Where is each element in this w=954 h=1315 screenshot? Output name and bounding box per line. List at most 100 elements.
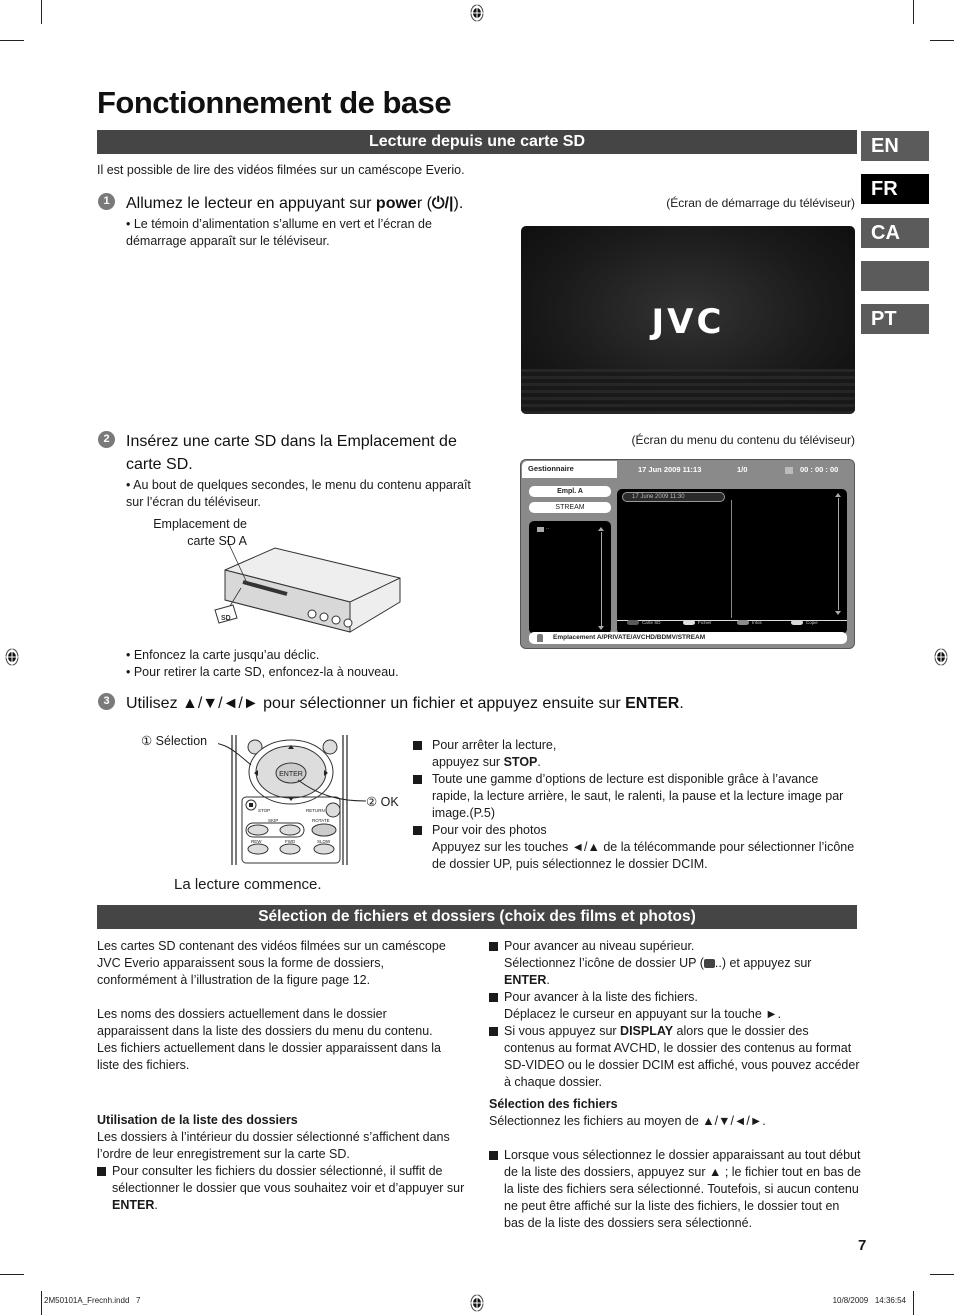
note-wraparound: Lorsque vous sélectionnez le dossier app… [489,1147,861,1232]
para-files: Les fichiers actuellement dans le dossie… [97,1041,441,1072]
menu-tab-manager: Gestionnaire [522,461,617,478]
step-2-bullet-remove: • Pour retirer la carte SD, enfoncez-la … [126,665,399,679]
media-player-illustration: SD [214,540,401,633]
folder-up-icon [537,527,544,532]
menu-location: Empl. A [529,486,611,497]
note-view-folder: Pour consulter les fichiers du dossier s… [97,1163,472,1214]
step-3: 3 Utilisez ▲/▼/◄/► pour sélectionner un … [98,692,684,715]
lang-tab-en[interactable]: EN [861,131,929,161]
step-number: 3 [98,693,115,710]
svg-text:REW: REW [251,839,262,844]
crop-mark [41,1291,42,1315]
menu-time: 00 : 00 : 00 [800,465,839,474]
footer-timestamp: 10/8/2009 14:36:54 [832,1296,906,1305]
step-number: 2 [98,431,115,448]
para-file-selection: Sélectionnez les fichiers au moyen de ▲/… [489,1114,766,1128]
registration-mark-icon [470,3,484,23]
step-number: 1 [98,193,115,210]
svg-text:FWD: FWD [285,839,296,844]
tv-content-menu: Gestionnaire 17 Jun 2009 11:13 1/0 00 : … [520,459,855,649]
scroll-up-icon [598,527,604,531]
callout-selection: ① Sélection [141,734,208,748]
file-divider [731,500,732,618]
lang-tab-fr[interactable]: FR [861,174,929,204]
step-2-bullet: • Au bout de quelques secondes, le menu … [126,478,471,509]
folder-list-usage: Utilisation de la liste des dossiers Les… [97,1112,472,1214]
crop-mark [930,1274,954,1275]
scrollbar [601,532,602,627]
intro-text: Il est possible de lire des vidéos filmé… [97,163,465,177]
location-icon [537,634,543,642]
svg-text:ROTATE: ROTATE [312,818,330,823]
crop-mark [913,1291,914,1315]
scroll-down-icon [598,626,604,630]
lang-tab-blank[interactable] [861,261,929,291]
para-folder-order: Les dossiers à l’intérieur du dossier sé… [97,1130,450,1161]
tv-startup-screen: JVC [521,226,855,414]
step-2-text: Insérez une carte SD dans la Emplacement… [126,433,457,473]
scroll-up-icon [835,493,841,497]
menu-folder-name: STREAM [529,502,611,513]
folder-up-label: .. [546,525,550,531]
key-copie: Copie [791,620,818,625]
jvc-logo: JVC [651,302,725,342]
svg-text:SKIP: SKIP [268,818,278,823]
menu-count: 1/0 [737,465,748,474]
menu-path-bar: Emplacement A/PRIVATE/AVCHD/BDMV/STREAM [529,632,847,644]
para-sd-folders: Les cartes SD contenant des vidéos filmé… [97,939,446,987]
step-2-bullet-click: • Enfoncez la carte jusqu’au déclic. [126,648,320,662]
key-infos: Infos [737,620,762,625]
section-heading-sd-playback: Lecture depuis une carte SD [97,130,857,154]
crop-mark [913,0,914,24]
screen-floor-texture [521,369,855,414]
section2-left-column: Les cartes SD contenant des vidéos filmé… [97,938,459,1074]
page-title: Fonctionnement de base [97,85,452,120]
note-display: Si vous appuyez sur DISPLAY alors que le… [489,1023,861,1091]
playback-result: La lecture commence. [174,876,322,893]
step-1-bullet: • Le témoin d’alimentation s’allume en v… [126,217,432,248]
scrollbar [838,498,839,610]
file-list-item[interactable]: 17 June 2009 11:30 [622,492,725,502]
remote-control-illustration: ENTER STOP RETURN SKIP ROTATE REW FWD SL… [218,735,367,865]
section-heading-file-selection: Sélection de fichiers et dossiers (choix… [97,905,857,929]
step-1-text: Allumez le lecteur en appuyant sur power… [126,195,464,212]
note-options: Toute une gamme d’options de lecture est… [413,771,858,822]
registration-mark-icon [470,1293,484,1313]
registration-mark-icon [5,647,19,667]
subheading-folder-list: Utilisation de la liste des dossiers [97,1113,298,1127]
key-fichier: Fichier [683,620,712,625]
file-list: 17 June 2009 11:30 [617,489,847,634]
step-1: 1 Allumez le lecteur en appuyant sur pow… [98,192,463,215]
footer-filename: 2M50101A_Frecnh.indd 7 [44,1296,141,1305]
crop-mark [930,40,954,41]
crop-mark [0,40,24,41]
folder-list: .. [529,521,611,634]
step-2: 2 Insérez une carte SD dans la Emplaceme… [98,430,486,476]
svg-text:SLOW: SLOW [317,839,331,844]
scroll-down-icon [835,611,841,615]
enter-button-label: ENTER [279,771,303,778]
content-menu-caption: (Écran du menu du contenu du téléviseur) [631,433,855,447]
folder-up-icon [703,959,715,968]
note-level-up: Pour avancer au niveau supérieur. Sélecti… [489,938,861,989]
menu-date: 17 Jun 2009 11:13 [638,465,702,474]
stop-indicator-icon [785,467,793,474]
note-photos: Pour voir des photos Appuyez sur les touc… [413,822,858,873]
power-icon: ⏻/| [431,195,454,212]
lang-tab-pt[interactable]: PT [861,304,929,334]
svg-text:STOP: STOP [258,808,270,813]
step-3-text: Utilisez ▲/▼/◄/► pour sélectionner un fi… [126,695,684,712]
sd-card-label: SD [221,615,231,622]
subheading-file-selection: Sélection des fichiers [489,1097,618,1111]
callout-ok: ② OK [366,795,399,809]
step-3-notes: Pour arrêter la lecture, appuyez sur STOP… [413,737,858,873]
registration-mark-icon [934,647,948,667]
section2-right-column: Pour avancer au niveau supérieur. Sélecti… [489,938,861,1232]
page-number: 7 [858,1237,867,1254]
startup-screen-caption: (Écran de démarrage du téléviseur) [666,196,855,210]
svg-text:RETURN: RETURN [306,808,325,813]
key-carte-sd: Carte SD [627,620,661,625]
lang-tab-ca[interactable]: CA [861,218,929,248]
para-folder-names: Les noms des dossiers actuellement dans … [97,1007,433,1038]
crop-mark [41,0,42,24]
